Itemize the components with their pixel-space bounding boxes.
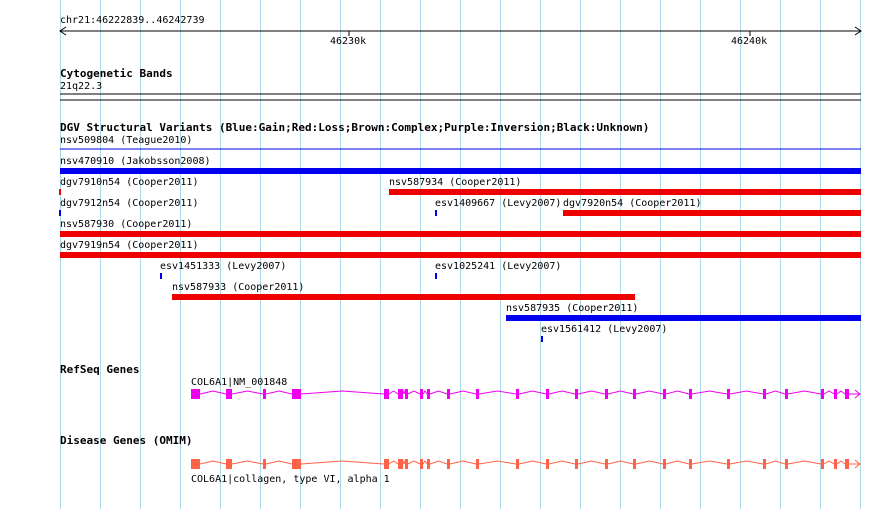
variant-label[interactable]: dgv7912n54 (Cooper2011) — [60, 198, 198, 209]
omim-track-title[interactable]: Disease Genes (OMIM) — [60, 435, 192, 446]
ruler-tick-label-46240k: 46240k — [731, 36, 768, 47]
variant-label[interactable]: nsv587935 (Cooper2011) — [506, 303, 638, 314]
variant-label[interactable]: esv1561412 (Levy2007) — [541, 324, 667, 335]
exon-block — [384, 389, 389, 399]
variant-dgv7912n54 — [59, 210, 61, 216]
exon-block — [689, 459, 692, 469]
variant-nsv587933 — [172, 294, 635, 300]
variant-label[interactable]: esv1409667 (Levy2007) — [435, 198, 561, 209]
refseq-track-title[interactable]: RefSeq Genes — [60, 364, 139, 375]
omim-gene-label[interactable]: COL6A1|collagen, type VI, alpha 1 — [191, 474, 390, 485]
variant-nsv470910 — [60, 168, 861, 174]
variant-label[interactable]: dgv7919n54 (Cooper2011) — [60, 240, 198, 251]
exon-block — [398, 459, 403, 469]
ruler[interactable] — [59, 26, 862, 36]
exon-block — [663, 389, 666, 399]
cytoband-label: 21q22.3 — [60, 81, 103, 92]
variant-label[interactable]: esv1451333 (Levy2007) — [160, 261, 286, 272]
variant-nsv587934 — [389, 189, 861, 195]
exon-block — [575, 389, 578, 399]
exon-block — [516, 389, 519, 399]
exon-block — [476, 389, 479, 399]
exon-block — [292, 459, 301, 469]
exon-block — [633, 459, 636, 469]
ruler-location: chr21:46222839..46242739 — [60, 15, 205, 26]
exon-block — [834, 459, 837, 469]
exon-block — [476, 459, 479, 469]
variant-esv1561412 — [541, 336, 543, 342]
exon-block — [226, 389, 232, 399]
variant-label[interactable]: dgv7910n54 (Cooper2011) — [60, 177, 198, 188]
exon-block — [516, 459, 519, 469]
variant-esv1451333 — [160, 273, 162, 279]
exon-block — [427, 389, 430, 399]
exon-block — [405, 459, 408, 469]
exon-block — [689, 389, 692, 399]
genome-browser-view[interactable]: chr21:46222839..46242739 46230k 46240k C… — [0, 0, 890, 509]
exon-block — [292, 389, 301, 399]
dgv-track-title[interactable]: DGV Structural Variants (Blue:Gain;Red:L… — [60, 122, 649, 133]
variant-dgv7910n54 — [59, 189, 61, 195]
exon-block — [605, 459, 608, 469]
exon-block — [191, 459, 200, 469]
exon-block — [420, 459, 423, 469]
variant-label[interactable]: nsv587930 (Cooper2011) — [60, 219, 192, 230]
exon-block — [447, 389, 450, 399]
variant-nsv587930 — [60, 231, 861, 237]
exon-block — [763, 389, 766, 399]
exon-block — [384, 459, 389, 469]
variant-dgv7919n54 — [60, 252, 861, 258]
variant-nsv587935 — [506, 315, 861, 321]
variant-label[interactable]: nsv470910 (Jakobsson2008) — [60, 156, 211, 167]
variant-label[interactable]: dgv7920n54 (Cooper2011) — [563, 198, 701, 209]
exon-block — [845, 389, 849, 399]
exon-block — [845, 459, 849, 469]
variant-label[interactable]: nsv587933 (Cooper2011) — [172, 282, 304, 293]
variant-dgv7920n54 — [563, 210, 861, 216]
exon-block — [263, 459, 266, 469]
exon-block — [785, 459, 788, 469]
cytoband-track-title[interactable]: Cytogenetic Bands — [60, 68, 173, 79]
exon-block — [405, 389, 408, 399]
exon-block — [821, 389, 824, 399]
cytoband-track-lines — [60, 93, 861, 101]
exon-block — [546, 459, 549, 469]
exon-block — [447, 459, 450, 469]
variant-label[interactable]: nsv509804 (Teague2010) — [60, 135, 192, 146]
exon-block — [420, 389, 423, 399]
refseq-gene-label[interactable]: COL6A1|NM_001848 — [191, 377, 287, 388]
exon-block — [226, 459, 232, 469]
exon-block — [821, 459, 824, 469]
exon-block — [834, 389, 837, 399]
omim-gene-model[interactable] — [191, 459, 861, 469]
exon-block — [763, 459, 766, 469]
exon-block — [575, 459, 578, 469]
variant-esv1409667 — [435, 210, 437, 216]
ruler-tick-label-46230k: 46230k — [330, 36, 367, 47]
exon-block — [727, 389, 730, 399]
exon-block — [546, 389, 549, 399]
exon-block — [427, 459, 430, 469]
exon-block — [727, 459, 730, 469]
refseq-gene-model[interactable] — [191, 389, 861, 399]
exon-block — [263, 389, 266, 399]
exon-block — [398, 389, 403, 399]
variant-label[interactable]: esv1025241 (Levy2007) — [435, 261, 561, 272]
exon-block — [663, 459, 666, 469]
exon-block — [605, 389, 608, 399]
exon-block — [191, 389, 200, 399]
exon-block — [633, 389, 636, 399]
variant-esv1025241 — [435, 273, 437, 279]
variant-label[interactable]: nsv587934 (Cooper2011) — [389, 177, 521, 188]
exon-block — [785, 389, 788, 399]
